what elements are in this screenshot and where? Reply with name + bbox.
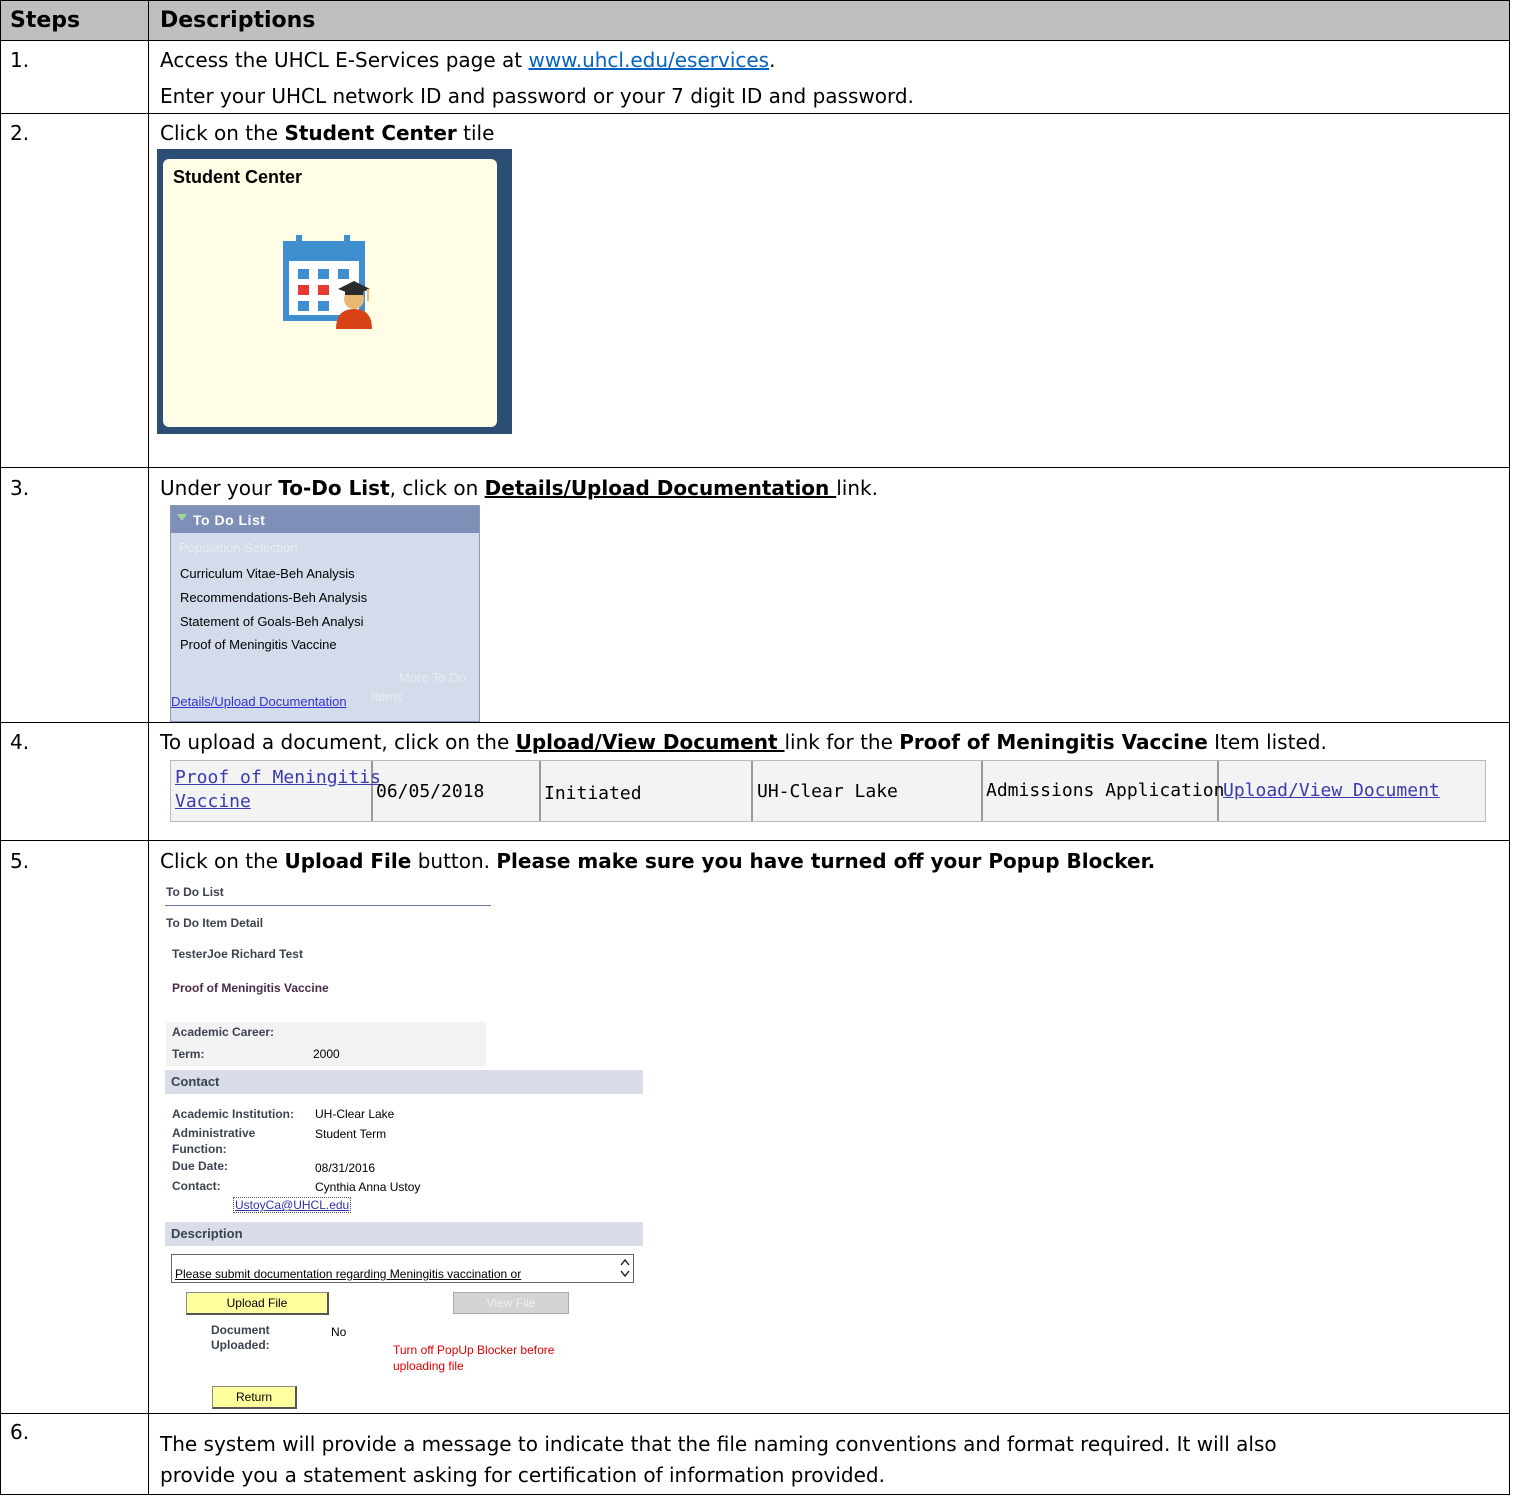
term-label: Term: xyxy=(172,1047,205,1061)
details-upload-documentation-link[interactable]: Details/Upload Documentation xyxy=(171,694,347,709)
todo-list-title: To Do List xyxy=(166,885,224,899)
administrative-function-label: Administrative Function: xyxy=(172,1126,256,1156)
document-uploaded-label: Document Uploaded: xyxy=(211,1323,270,1352)
step-number: 1. xyxy=(10,48,30,72)
due-date-label: Due Date: xyxy=(172,1159,229,1173)
todo-table-row: Proof of Meningitis Vaccine 06/05/2018 In… xyxy=(170,760,1486,822)
list-item[interactable]: Proof of Meningitis Vaccine xyxy=(180,637,337,652)
step-number: 3. xyxy=(10,476,30,500)
due-date-value: 08/31/2016 xyxy=(315,1161,376,1175)
step1-line2: Enter your UHCL network ID and password … xyxy=(160,84,914,108)
item-name: Proof of Meningitis Vaccine xyxy=(172,981,329,995)
view-file-button[interactable]: View File xyxy=(453,1292,569,1314)
contact-label: Contact: xyxy=(172,1179,221,1193)
list-item[interactable]: Curriculum Vitae-Beh Analysis xyxy=(180,566,355,581)
more-todo-items-link-line2[interactable]: Items xyxy=(371,689,403,704)
step6-line2: provide you a statement asking for certi… xyxy=(160,1463,885,1487)
row-institution: UH-Clear Lake xyxy=(757,781,898,802)
academic-institution-label: Academic Institution: xyxy=(172,1107,295,1121)
todo-list-panel: To Do List Population Selection Curricul… xyxy=(170,505,480,722)
step4-text: To upload a document, click on the Uploa… xyxy=(160,730,1327,754)
popup-warning: Turn off PopUp Blocker before uploading f… xyxy=(393,1343,555,1373)
academic-institution-value: UH-Clear Lake xyxy=(315,1107,395,1121)
step6-line1: The system will provide a message to ind… xyxy=(160,1432,1277,1456)
tile-title: Student Center xyxy=(173,167,303,187)
upload-file-button[interactable]: Upload File xyxy=(186,1292,329,1315)
term-value: 2000 xyxy=(313,1047,340,1061)
instruction-table: Steps Descriptions 1. Access the UHCL E-… xyxy=(0,0,1510,1495)
student-name: TesterJoe Richard Test xyxy=(172,947,303,961)
step-number: 5. xyxy=(10,849,30,873)
step1-line1: Access the UHCL E-Services page at www.u… xyxy=(160,48,776,72)
row-date: 06/05/2018 xyxy=(376,781,485,802)
row-status: Initiated xyxy=(544,783,642,804)
population-selection-link[interactable]: Population Selection xyxy=(179,540,298,555)
scroll-arrows-icon[interactable] xyxy=(619,1257,631,1279)
proof-of-meningitis-link[interactable]: Proof of Meningitis Vaccine xyxy=(175,766,381,814)
student-center-tile[interactable]: Student Center xyxy=(157,149,512,434)
row-function: Admissions Application xyxy=(986,780,1225,801)
contact-section: Contact xyxy=(165,1070,643,1094)
todo-list-header[interactable]: To Do List xyxy=(171,506,479,533)
step-number: 2. xyxy=(10,121,30,145)
collapse-triangle-icon[interactable] xyxy=(177,514,187,521)
description-textarea[interactable]: Please submit documentation regarding Me… xyxy=(171,1254,634,1283)
step5-text: Click on the Upload File button. Please … xyxy=(160,849,1156,873)
list-item[interactable]: Recommendations-Beh Analysis xyxy=(180,590,367,605)
contact-email-link[interactable]: UstoyCa@UHCL.edu xyxy=(233,1197,352,1213)
document-uploaded-value: No xyxy=(331,1325,347,1339)
academic-career-label: Academic Career: xyxy=(172,1025,275,1039)
calendar-graduate-icon xyxy=(283,235,372,329)
description-section: Description xyxy=(165,1222,643,1246)
descriptions-header: Descriptions xyxy=(160,8,316,33)
eservices-link[interactable]: www.uhcl.edu/eservices xyxy=(528,48,769,72)
step3-text: Under your To-Do List, click on Details/… xyxy=(160,476,878,500)
administrative-function-value: Student Term xyxy=(315,1127,387,1141)
step-number: 4. xyxy=(10,730,30,754)
more-todo-items-link-line1[interactable]: More To Do xyxy=(399,670,466,685)
step-number: 6. xyxy=(10,1420,30,1444)
upload-view-document-link[interactable]: Upload/View Document xyxy=(1223,780,1440,801)
step2-text: Click on the Student Center tile xyxy=(160,121,495,145)
table-header: Steps Descriptions xyxy=(0,0,1510,40)
return-button[interactable]: Return xyxy=(212,1386,297,1409)
contact-value: Cynthia Anna Ustoy xyxy=(315,1180,421,1194)
steps-header: Steps xyxy=(10,8,81,33)
todo-item-detail-title: To Do Item Detail xyxy=(166,916,264,930)
list-item[interactable]: Statement of Goals-Beh Analysi xyxy=(180,614,364,629)
